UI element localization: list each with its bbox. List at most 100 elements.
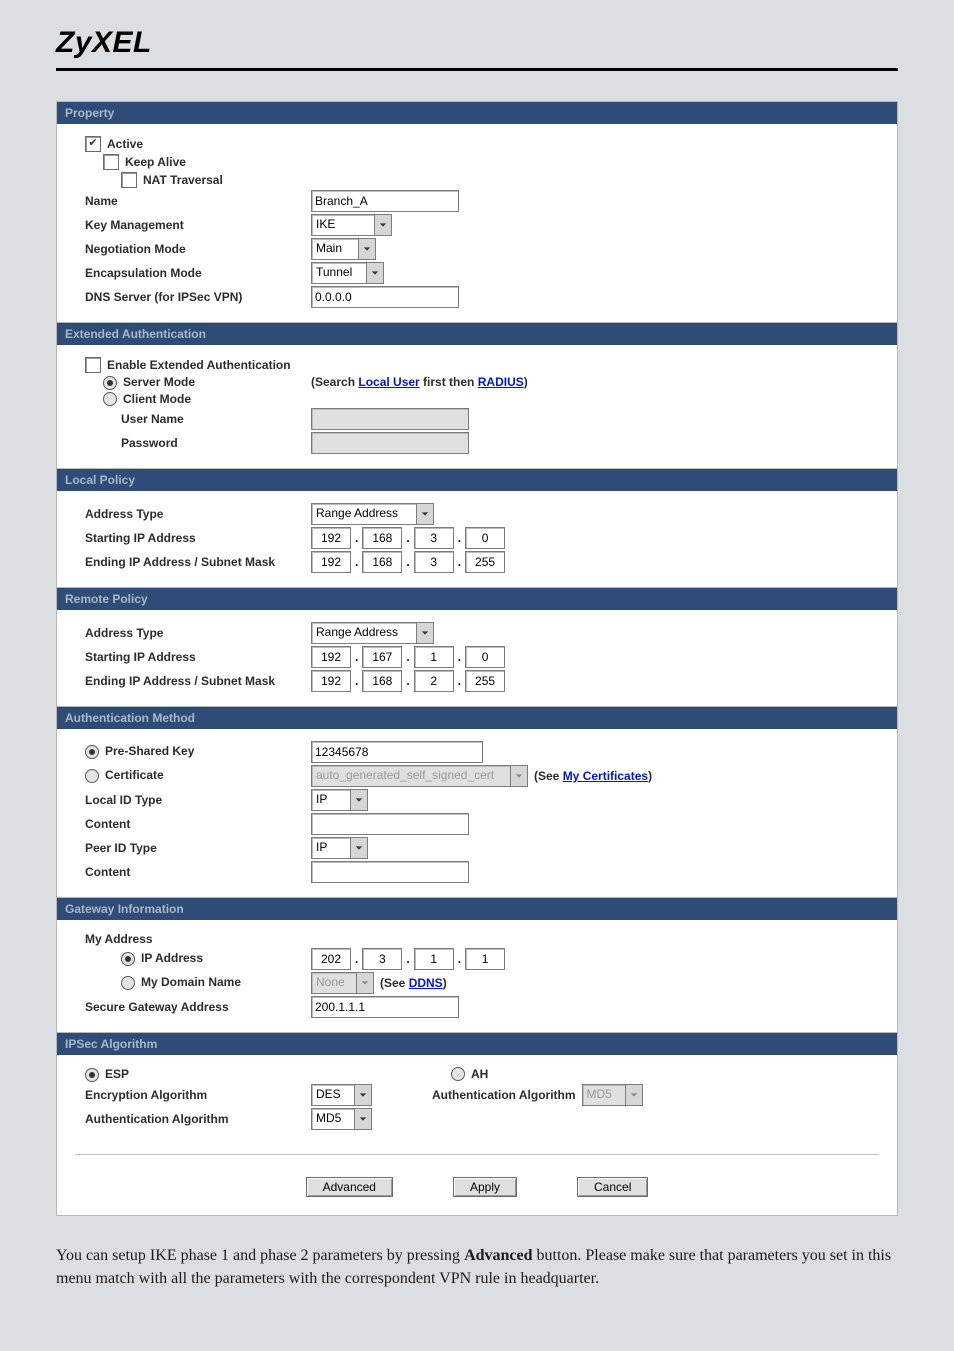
psk-radio[interactable]	[85, 745, 99, 759]
encalg-label: Encryption Algorithm	[85, 1088, 311, 1102]
ip-octet[interactable]	[311, 527, 351, 549]
ip-octet[interactable]	[362, 670, 402, 692]
client-mode-label: Client Mode	[123, 392, 191, 406]
ip-octet[interactable]	[414, 551, 454, 573]
negmode-label: Negotiation Mode	[85, 242, 311, 256]
ip-octet[interactable]	[465, 551, 505, 573]
cert-label: Certificate	[105, 768, 164, 782]
rp-addrtype-select[interactable]: Range Address	[311, 622, 434, 644]
content1-label: Content	[85, 817, 311, 831]
ipaddr-label: IP Address	[141, 951, 203, 965]
keepalive-checkbox[interactable]	[103, 154, 119, 170]
ip-octet[interactable]	[414, 527, 454, 549]
username-label: User Name	[121, 412, 311, 426]
nat-traversal-checkbox[interactable]	[121, 172, 137, 188]
cancel-button[interactable]: Cancel	[577, 1177, 648, 1197]
peerid-label: Peer ID Type	[85, 841, 311, 855]
ip-octet[interactable]	[414, 670, 454, 692]
negmode-select[interactable]: Main	[311, 238, 376, 260]
ah-authalg-label: Authentication Algorithm	[432, 1088, 576, 1102]
ip-octet[interactable]	[362, 551, 402, 573]
password-label: Password	[121, 436, 311, 450]
psk-input[interactable]	[311, 741, 483, 763]
ip-octet[interactable]	[362, 646, 402, 668]
config-panel: Property Active Keep Alive NAT Traversal…	[56, 101, 898, 1216]
esp-radio[interactable]	[85, 1068, 99, 1082]
active-label: Active	[107, 137, 333, 151]
ip-octet[interactable]	[311, 670, 351, 692]
chevron-down-icon	[416, 504, 433, 524]
active-checkbox[interactable]	[85, 136, 101, 152]
chevron-down-icon	[366, 263, 383, 283]
advanced-button[interactable]: Advanced	[306, 1177, 393, 1197]
ah-radio[interactable]	[451, 1067, 465, 1081]
ip-octet[interactable]	[465, 670, 505, 692]
lp-end-label: Ending IP Address / Subnet Mask	[85, 555, 311, 569]
ddns-link[interactable]: DDNS	[409, 976, 443, 990]
chevron-down-icon	[358, 239, 375, 259]
username-input[interactable]	[311, 408, 469, 430]
lp-addrtype-select[interactable]: Range Address	[311, 503, 434, 525]
ipaddr-radio[interactable]	[121, 952, 135, 966]
authalg-label: Authentication Algorithm	[85, 1112, 311, 1126]
content2-input[interactable]	[311, 861, 469, 883]
chevron-down-icon	[510, 766, 527, 786]
mydom-label: My Domain Name	[141, 975, 241, 989]
button-divider	[75, 1154, 879, 1155]
lp-start-label: Starting IP Address	[85, 531, 311, 545]
esp-label: ESP	[105, 1067, 129, 1081]
rp-start-label: Starting IP Address	[85, 650, 311, 664]
ip-octet[interactable]	[311, 948, 351, 970]
section-header-property: Property	[57, 102, 897, 124]
ip-octet[interactable]	[465, 948, 505, 970]
cert-radio[interactable]	[85, 769, 99, 783]
extauth-enable-label: Enable Extended Authentication	[107, 358, 291, 372]
lp-end-ip[interactable]: . . .	[311, 551, 505, 573]
local-user-link[interactable]: Local User	[358, 375, 419, 389]
brand-divider	[56, 68, 898, 71]
ip-octet[interactable]	[362, 948, 402, 970]
dns-input[interactable]	[311, 286, 459, 308]
cert-select[interactable]: auto_generated_self_signed_cert	[311, 765, 528, 787]
rp-end-ip[interactable]: . . .	[311, 670, 505, 692]
rp-start-ip[interactable]: . . .	[311, 646, 505, 668]
mydom-radio[interactable]	[121, 976, 135, 990]
radius-link[interactable]: RADIUS	[478, 375, 524, 389]
ip-octet[interactable]	[311, 551, 351, 573]
section-header-authmethod: Authentication Method	[57, 706, 897, 729]
section-header-remotepolicy: Remote Policy	[57, 587, 897, 610]
dns-label: DNS Server (for IPSec VPN)	[85, 290, 311, 304]
ip-octet[interactable]	[362, 527, 402, 549]
server-mode-label: Server Mode	[123, 375, 195, 389]
chevron-down-icon	[350, 838, 367, 858]
keepalive-label: Keep Alive	[125, 155, 351, 169]
chevron-down-icon	[354, 1085, 371, 1105]
ip-octet[interactable]	[465, 646, 505, 668]
lp-start-ip[interactable]: . . .	[311, 527, 505, 549]
section-header-localpolicy: Local Policy	[57, 468, 897, 491]
keymgmt-select[interactable]: IKE	[311, 214, 392, 236]
extauth-checkbox[interactable]	[85, 357, 101, 373]
ip-octet[interactable]	[414, 948, 454, 970]
my-certificates-link[interactable]: My Certificates	[563, 769, 648, 783]
name-input[interactable]	[311, 190, 459, 212]
peerid-select[interactable]: IP	[311, 837, 368, 859]
ip-octet[interactable]	[311, 646, 351, 668]
gateway-ip[interactable]: . . .	[311, 948, 505, 970]
mydom-select[interactable]: None	[311, 972, 374, 994]
password-input[interactable]	[311, 432, 469, 454]
encalg-select[interactable]: DES	[311, 1084, 372, 1106]
server-mode-radio[interactable]	[103, 376, 117, 390]
ip-octet[interactable]	[414, 646, 454, 668]
authalg-select[interactable]: MD5	[311, 1108, 372, 1130]
ip-octet[interactable]	[465, 527, 505, 549]
ah-authalg-select[interactable]: MD5	[582, 1084, 643, 1106]
client-mode-radio[interactable]	[103, 392, 117, 406]
apply-button[interactable]: Apply	[453, 1177, 517, 1197]
brand-logo: ZyXEL	[56, 26, 152, 59]
secgw-input[interactable]	[311, 996, 459, 1018]
content1-input[interactable]	[311, 813, 469, 835]
rp-addrtype-label: Address Type	[85, 626, 311, 640]
localid-select[interactable]: IP	[311, 789, 368, 811]
encap-select[interactable]: Tunnel	[311, 262, 384, 284]
